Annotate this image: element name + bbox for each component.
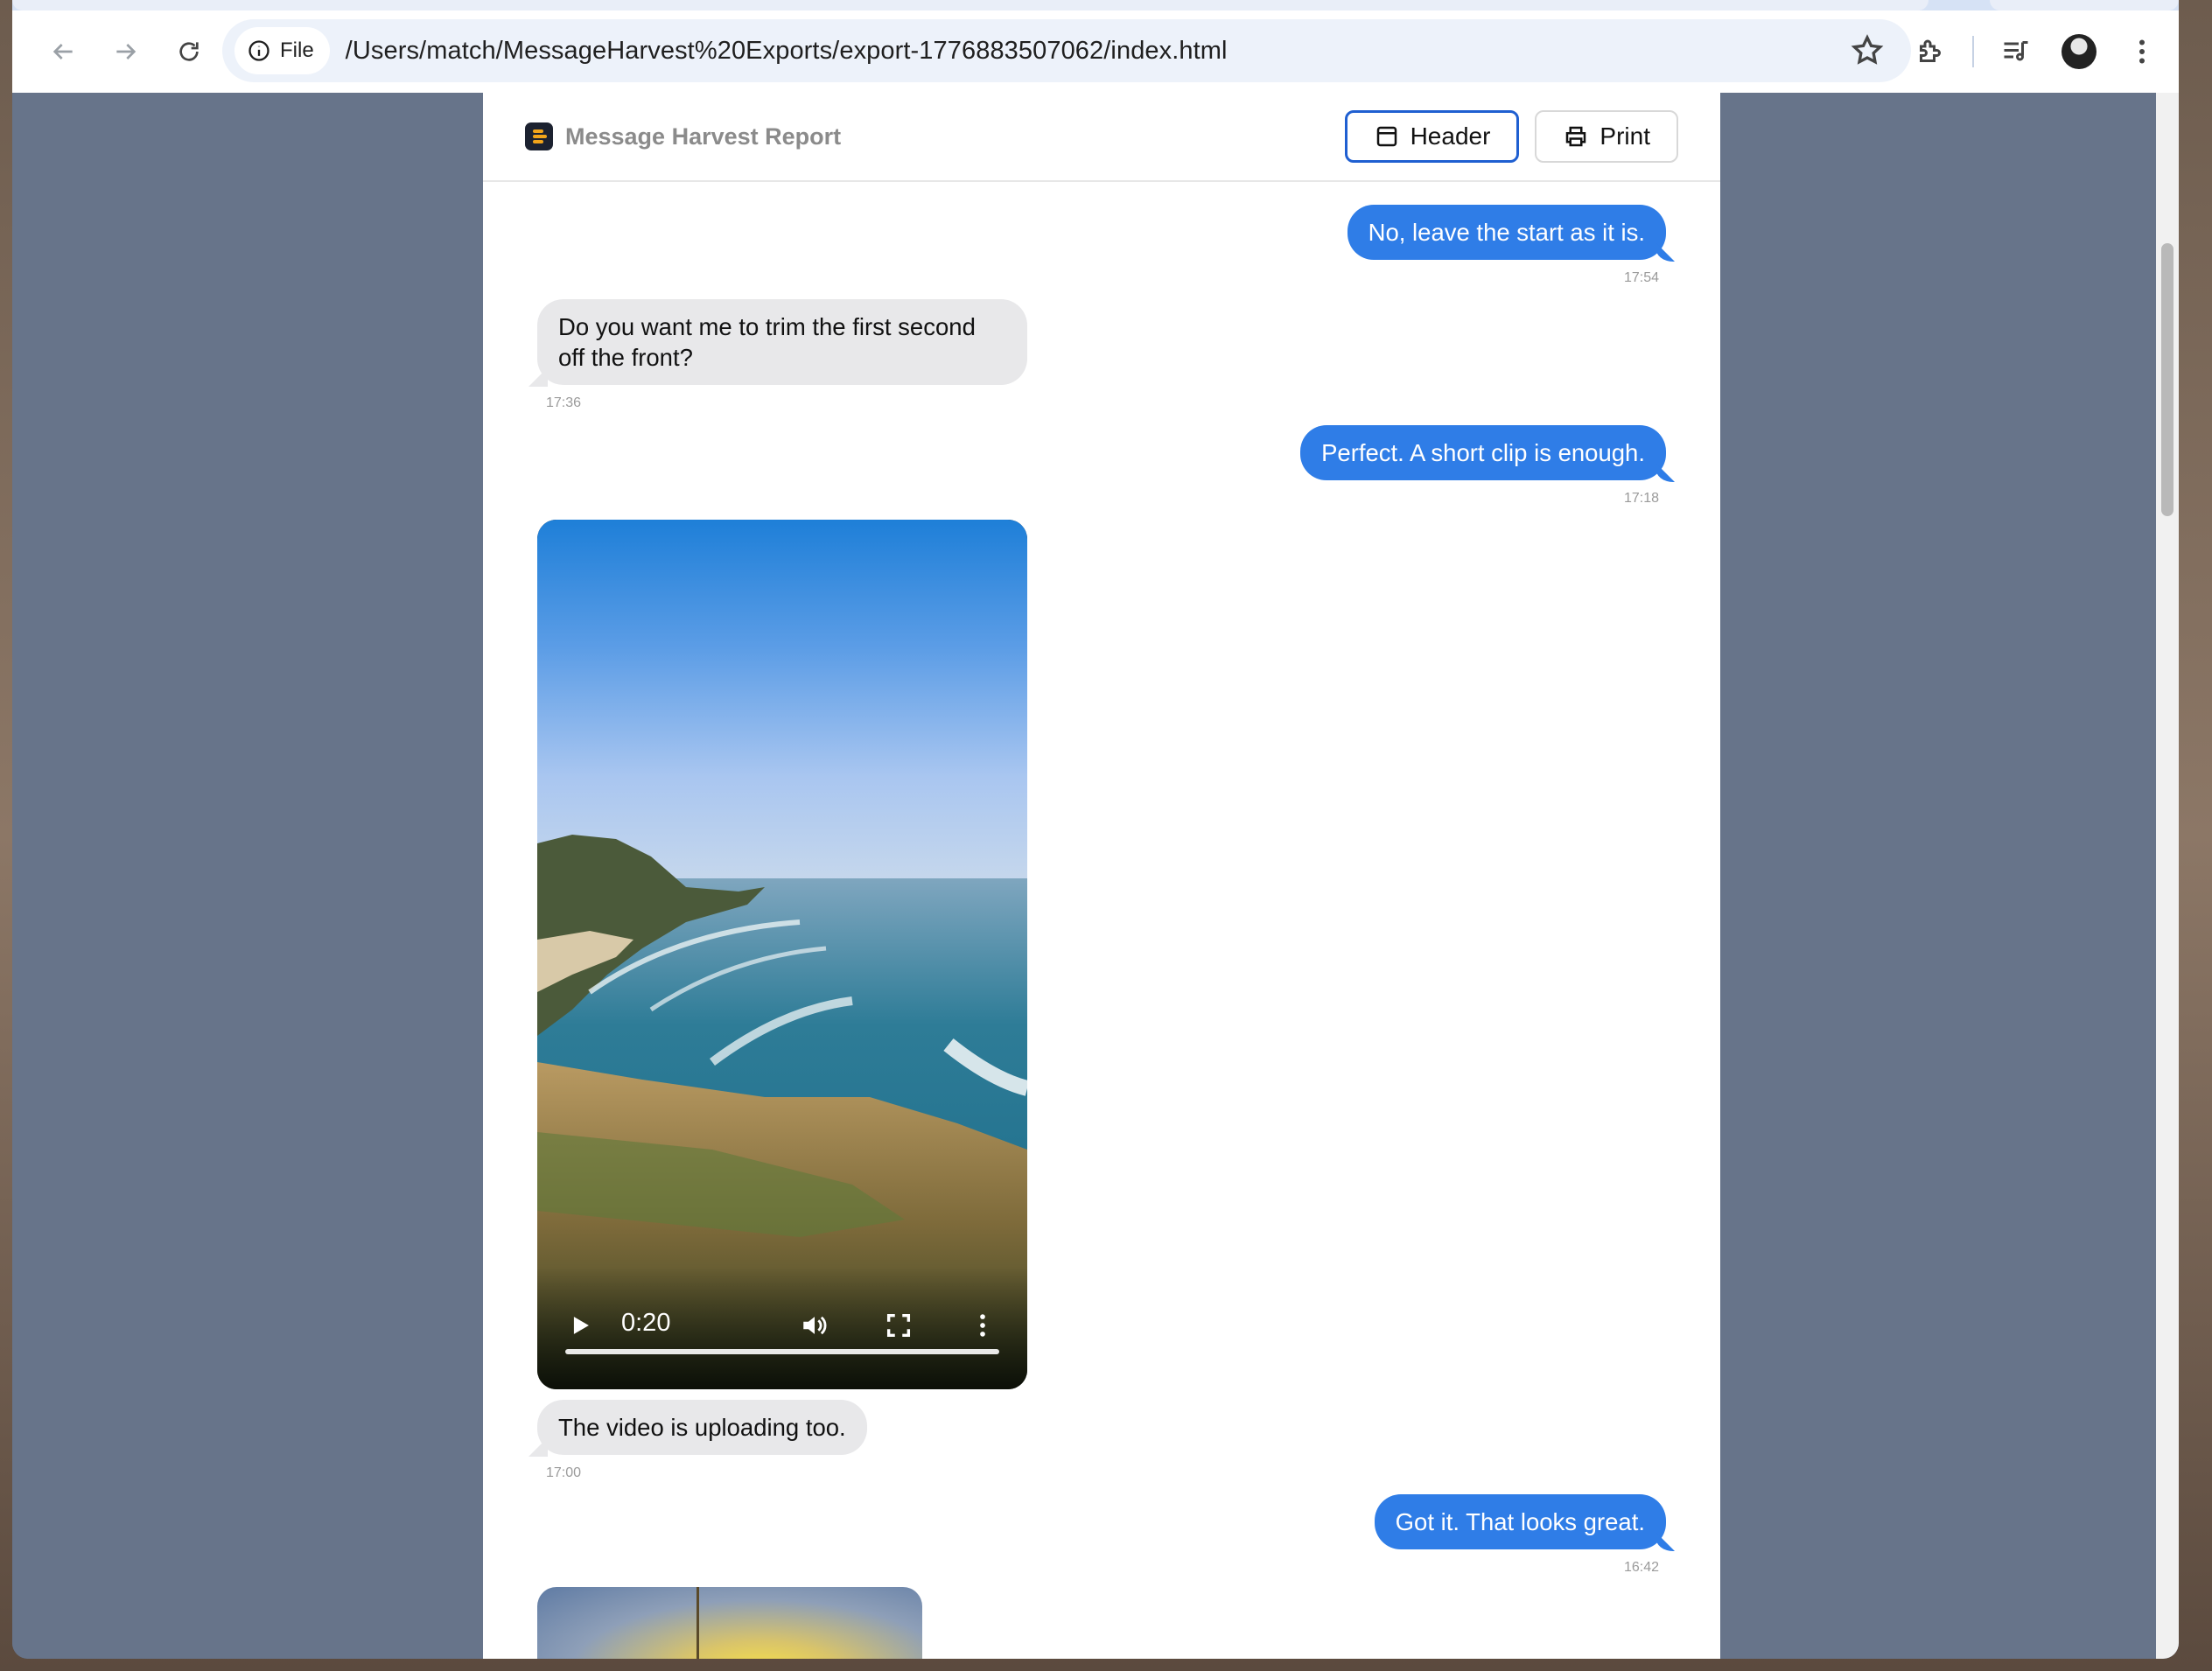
volume-icon [803,1316,827,1335]
print-button[interactable]: Print [1535,110,1678,163]
avatar [2062,34,2096,69]
page-scrollbar[interactable] [2156,93,2179,1659]
header-button-label: Header [1410,122,1491,150]
message-bubble[interactable]: No, leave the start as it is. [1347,205,1666,260]
message-timestamp: 17:36 [546,395,582,410]
browser-menu-button[interactable] [2110,20,2174,83]
fullscreen-button[interactable] [884,1311,914,1345]
fullscreen-icon [886,1313,911,1338]
puzzle-icon [1920,39,1941,62]
site-info-label: File [280,38,314,62]
play-button[interactable] [565,1311,595,1345]
message-timestamp: 17:00 [546,1465,582,1480]
media-queue-icon [2004,41,2028,61]
toolbar-divider [1972,36,1974,67]
message-timestamp: 17:54 [1623,270,1659,285]
print-button-label: Print [1600,122,1650,150]
video-frame-coastline [537,520,1027,1389]
video-time: 0:20 [621,1309,671,1337]
extensions-button[interactable] [1899,20,1962,83]
kebab-menu-icon [980,1314,985,1337]
message-incoming: The video is uploading too. 17:00 [537,1400,867,1481]
message-incoming: Do you want me to trim the first second … [537,299,1027,411]
address-bar[interactable]: File /Users/match/MessageHarvest%20Expor… [222,19,1911,82]
browser-toolbar: File /Users/match/MessageHarvest%20Expor… [12,10,2179,93]
forward-button[interactable] [100,25,152,78]
video-progress-bar[interactable] [565,1349,999,1354]
volume-button[interactable] [800,1311,830,1345]
message-bubble[interactable]: Perfect. A short clip is enough. [1300,425,1666,480]
site-info-chip[interactable]: File [234,27,330,74]
message-timestamp: 16:42 [1623,1560,1659,1575]
photo-content [696,1587,699,1659]
image-attachment[interactable] [537,1587,922,1659]
message-outgoing: Got it. That looks great. 16:42 [1374,1494,1666,1576]
video-player[interactable]: 0:20 [537,520,1027,1389]
message-timestamp: 17:18 [1623,491,1659,506]
report-page: Message Harvest Report Header Print No, … [483,93,1720,1659]
media-controls-button[interactable] [1984,20,2048,83]
header-toggle-button[interactable]: Header [1344,110,1520,163]
url-text[interactable]: /Users/match/MessageHarvest%20Exports/ex… [346,37,1228,66]
reload-icon [179,42,199,61]
profile-button[interactable] [2048,20,2110,83]
app-logo-icon [525,122,553,150]
message-bubble[interactable]: Do you want me to trim the first second … [537,299,1027,385]
message-outgoing: Perfect. A short clip is enough. 17:18 [1300,425,1666,507]
kebab-menu-icon [2139,39,2145,64]
star-icon[interactable] [1850,33,1885,68]
arrow-left-icon [52,44,73,59]
tab-strip [12,0,2179,10]
info-icon [248,40,270,61]
window-icon [1376,126,1396,147]
message-bubble[interactable]: The video is uploading too. [537,1400,867,1455]
play-icon [573,1317,589,1334]
scrollbar-thumb[interactable] [2161,243,2174,516]
report-header: Message Harvest Report Header Print [483,93,1720,182]
report-title: Message Harvest Report [565,122,842,150]
video-options-button[interactable] [968,1311,998,1345]
printer-icon [1566,126,1586,147]
page-viewport: Message Harvest Report Header Print No, … [12,93,2179,1659]
back-button[interactable] [37,25,89,78]
message-bubble[interactable]: Got it. That looks great. [1374,1494,1666,1549]
arrow-right-icon [116,44,136,59]
video-controls: 0:20 [537,1267,1027,1389]
reload-button[interactable] [163,25,215,78]
message-outgoing: No, leave the start as it is. 17:54 [1347,205,1666,286]
browser-window: File /Users/match/MessageHarvest%20Expor… [12,0,2179,1659]
